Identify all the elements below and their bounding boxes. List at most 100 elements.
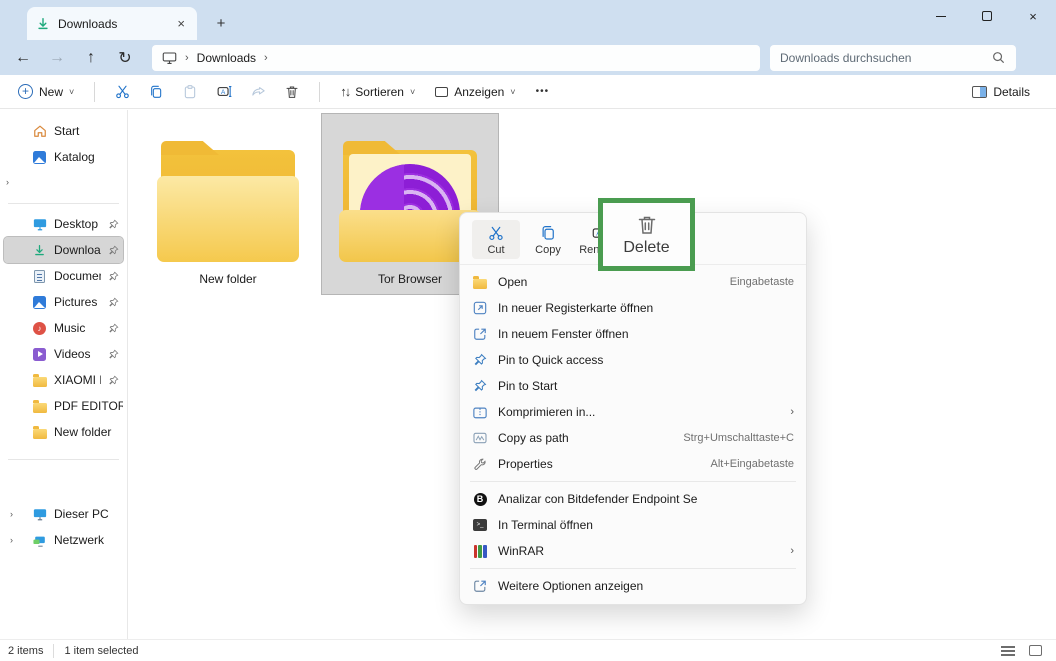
pin-icon [108,349,119,360]
quick-action-cut[interactable]: Cut [472,220,520,259]
folder-icon [32,399,47,414]
selected-count: 1 item selected [64,644,139,657]
chevron-right-icon[interactable]: › [10,535,13,545]
minimize-button[interactable] [918,0,964,32]
view-icon [435,86,449,97]
navigation-bar: ← → ↑ ↻ › Downloads › Downloads durchsuc… [0,40,1056,75]
menu-item-open-new-tab[interactable]: In neuer Registerkarte öffnen [460,295,806,321]
sidebar-item-label: Music [54,321,86,335]
details-pane-icon [972,85,988,98]
svg-text:A: A [221,89,226,96]
tab-bar: Downloads × + × [0,0,1056,40]
wrench-icon [472,456,488,472]
sidebar-item-katalog[interactable]: Katalog [4,144,123,170]
rename-icon: A [217,86,232,97]
menu-item-show-more-options[interactable]: Weitere Optionen anzeigen [460,573,806,599]
copy-button[interactable] [141,79,171,105]
more-options-icon [472,578,488,594]
copy-icon [151,85,162,98]
delete-highlight-annotation: Delete [598,198,695,271]
this-pc-icon [32,507,47,522]
ellipsis-icon: ••• [535,86,550,97]
list-view-toggle[interactable] [1001,645,1015,656]
large-icons-view-toggle[interactable] [1029,645,1042,656]
sidebar-item-label: New folder [54,425,112,439]
maximize-button[interactable] [964,0,1010,32]
details-pane-button[interactable]: Details [964,80,1038,104]
chevron-down-icon: ˅ [409,86,416,97]
more-options-button[interactable]: ••• [528,81,558,102]
menu-item-bitdefender-scan[interactable]: B Analizar con Bitdefender Endpoint Se [460,486,806,512]
breadcrumb-separator[interactable]: › [264,52,268,64]
new-tab-button[interactable]: + [208,10,234,36]
close-button[interactable]: × [1010,0,1056,32]
cut-button[interactable] [107,79,137,105]
new-button[interactable]: + New ˅ [10,79,82,104]
sidebar-item-videos[interactable]: Videos [4,341,123,367]
back-button[interactable]: ← [6,44,40,72]
sidebar-item-label: Start [54,124,80,138]
videos-icon [32,347,47,362]
sidebar-item-documents[interactable]: Documents [4,263,123,289]
pin-icon [108,219,119,230]
rename-button[interactable]: A [209,79,239,105]
refresh-button[interactable]: ↻ [108,44,142,72]
view-button[interactable]: Anzeigen ˅ [427,80,523,104]
sidebar-item-pictures[interactable]: Pictures [4,289,123,315]
sidebar-item-netzwerk[interactable]: › Netzwerk [4,527,123,553]
quick-action-label: Delete [623,238,670,256]
submenu-chevron-icon: › [790,406,794,418]
shortcut-label: Eingabetaste [729,276,794,288]
scissors-icon [489,226,503,241]
file-explorer-window: Downloads × + × ← → ↑ ↻ › Downloads › Do… [0,0,1056,661]
share-button [243,79,273,105]
share-icon [252,87,265,96]
sort-button[interactable]: ↑↓ Sortieren ˅ [332,79,423,104]
sidebar-item-desktop[interactable]: Desktop [4,211,123,237]
gallery-icon [32,150,47,165]
items-count: 2 items [8,644,44,657]
up-button[interactable]: ↑ [74,44,108,72]
menu-item-open-new-window[interactable]: In neuem Fenster öffnen [460,321,806,347]
search-icon [991,50,1006,65]
delete-button[interactable] [277,79,307,105]
menu-item-properties[interactable]: Properties Alt+Eingabetaste [460,451,806,477]
quick-action-delete[interactable]: Delete [623,213,670,257]
address-bar[interactable]: › Downloads › [152,44,760,71]
sidebar-item-pdf-editor[interactable]: PDF EDITOR [4,393,123,419]
search-input[interactable]: Downloads durchsuchen [770,44,1016,71]
menu-item-open-terminal[interactable]: >_ In Terminal öffnen [460,512,806,538]
file-name: New folder [199,272,257,286]
sidebar-item-downloads[interactable]: Downloads [3,236,124,264]
sidebar-item-new-folder[interactable]: New folder [4,419,123,445]
music-icon: ♪ [32,321,47,336]
menu-item-open[interactable]: Open Eingabetaste [460,269,806,295]
pin-icon [108,323,119,334]
menu-item-copy-as-path[interactable]: Copy as path Strg+Umschalttaste+C [460,425,806,451]
tab-downloads[interactable]: Downloads × [27,7,197,40]
menu-item-winrar[interactable]: WinRAR › [460,538,806,564]
breadcrumb-downloads[interactable]: Downloads [197,51,256,65]
menu-item-compress[interactable]: Komprimieren in... › [460,399,806,425]
sidebar-item-dieser-pc[interactable]: › Dieser PC [4,501,123,527]
folder-icon [32,373,47,388]
quick-action-copy[interactable]: Copy [524,220,572,259]
chevron-right-icon[interactable]: › [10,509,13,519]
downloads-icon [32,243,47,258]
sidebar-divider [8,459,119,460]
sidebar-item-label: Pictures [54,295,98,309]
file-tile-new-folder[interactable]: New folder [140,114,316,294]
menu-item-pin-start[interactable]: Pin to Start [460,373,806,399]
chevron-down-icon: ˅ [69,86,75,97]
sidebar-collapsed-node[interactable]: › [0,170,127,196]
breadcrumb-separator: › [185,51,189,64]
sidebar-item-music[interactable]: ♪ Music [4,315,123,341]
menu-item-pin-quick-access[interactable]: Pin to Quick access [460,347,806,373]
sidebar-item-xiaomi-poco[interactable]: XIAOMI POCO F [4,367,123,393]
chevron-down-icon: ˅ [510,86,516,97]
pin-icon [472,352,488,368]
sidebar-item-label: Videos [54,347,91,361]
sidebar-item-start[interactable]: Start [4,118,123,144]
tab-close-icon[interactable]: × [173,16,189,31]
shortcut-label: Alt+Eingabetaste [710,458,794,470]
